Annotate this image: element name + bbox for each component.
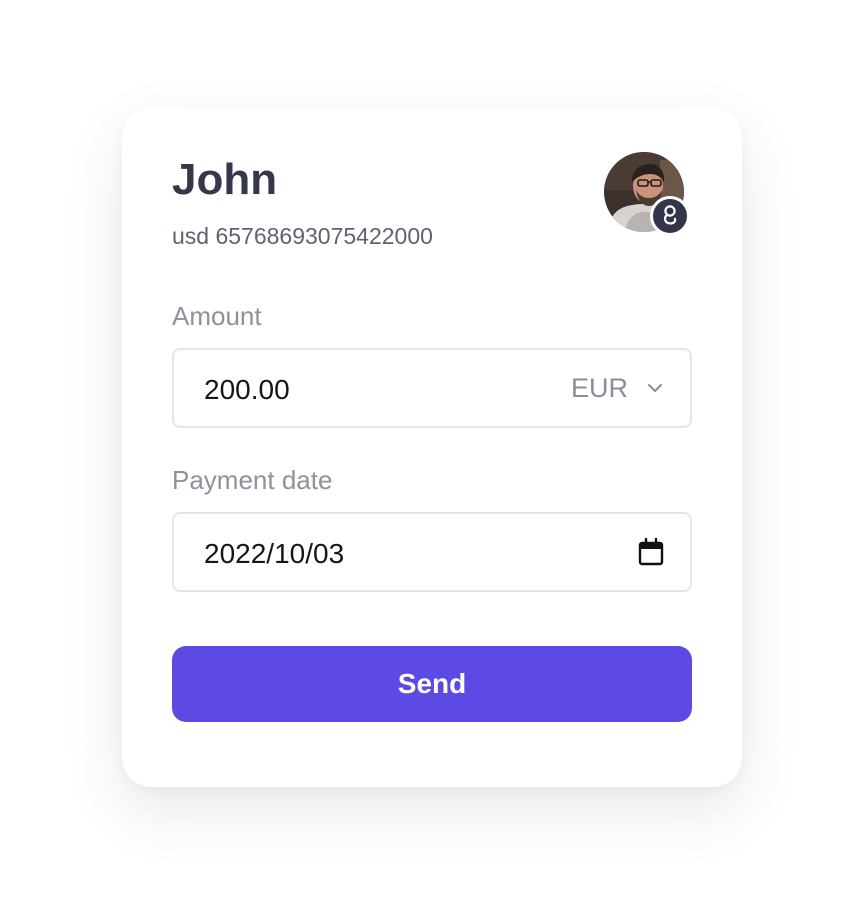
recipient-name: John [172, 155, 278, 204]
chevron-down-icon [648, 384, 662, 392]
recipient-account-number: usd 65768693075422000 [172, 223, 433, 249]
calendar-icon[interactable] [636, 537, 666, 567]
payment-date-value[interactable]: 2022/10/03 [204, 537, 344, 571]
payment-date-label: Payment date [172, 465, 333, 495]
amount-label: Amount [172, 301, 262, 331]
payment-date-field[interactable]: 2022/10/03 [172, 512, 692, 592]
recipient-avatar [604, 152, 692, 240]
currency-code: EUR [570, 372, 628, 403]
payment-card: John usd 65768693075422000 Amount 200.00… [122, 107, 742, 787]
amount-value[interactable]: 200.00 [204, 373, 290, 407]
gtbank-logo-icon [650, 196, 690, 236]
currency-selector[interactable]: EUR [571, 350, 664, 426]
send-button[interactable]: Send [172, 646, 692, 722]
amount-field[interactable]: 200.00 EUR [172, 348, 692, 428]
